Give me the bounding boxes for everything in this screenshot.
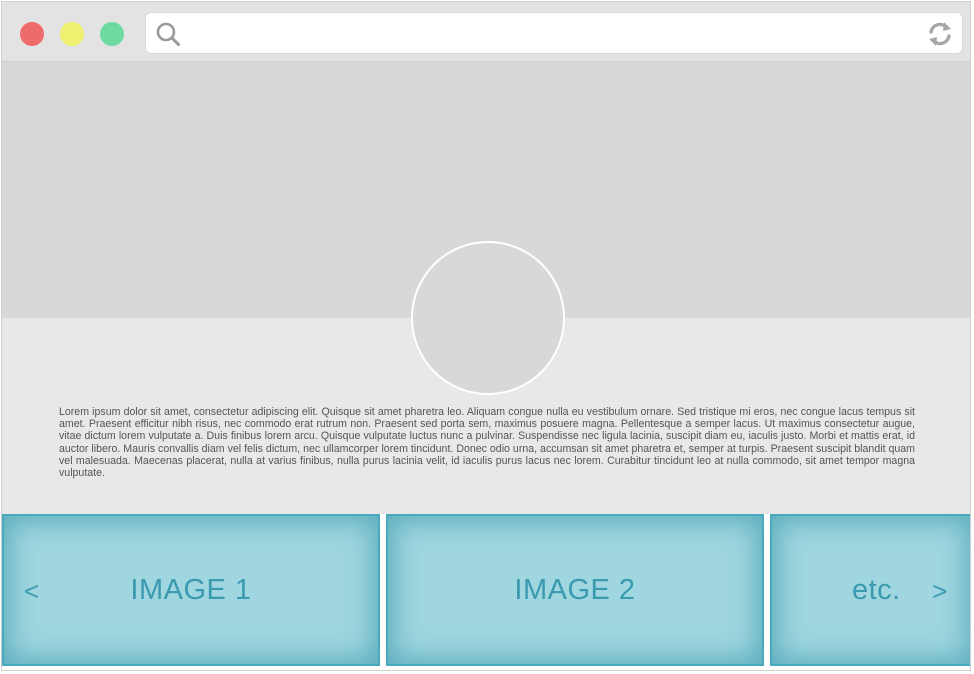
refresh-icon[interactable] xyxy=(925,19,955,49)
slide-label: IMAGE 1 xyxy=(130,574,252,606)
carousel-slide-2[interactable]: IMAGE 2 xyxy=(386,514,764,666)
title-bar xyxy=(2,2,970,62)
maximize-window-button[interactable] xyxy=(100,22,124,46)
carousel-slide-1[interactable]: < IMAGE 1 xyxy=(2,514,380,666)
carousel-next-button[interactable]: > xyxy=(932,576,947,607)
image-carousel: < IMAGE 1 IMAGE 2 etc. > xyxy=(2,514,970,670)
slide-label: etc. xyxy=(852,574,901,606)
profile-avatar xyxy=(411,241,565,395)
carousel-slide-3[interactable]: etc. > xyxy=(770,514,970,666)
browser-window: Lorem ipsum dolor sit amet, consectetur … xyxy=(1,1,971,671)
address-bar[interactable] xyxy=(145,12,963,54)
search-icon[interactable] xyxy=(155,21,181,47)
close-window-button[interactable] xyxy=(20,22,44,46)
minimize-window-button[interactable] xyxy=(60,22,84,46)
slide-label: IMAGE 2 xyxy=(514,574,636,606)
body-paragraph: Lorem ipsum dolor sit amet, consectetur … xyxy=(59,406,915,480)
